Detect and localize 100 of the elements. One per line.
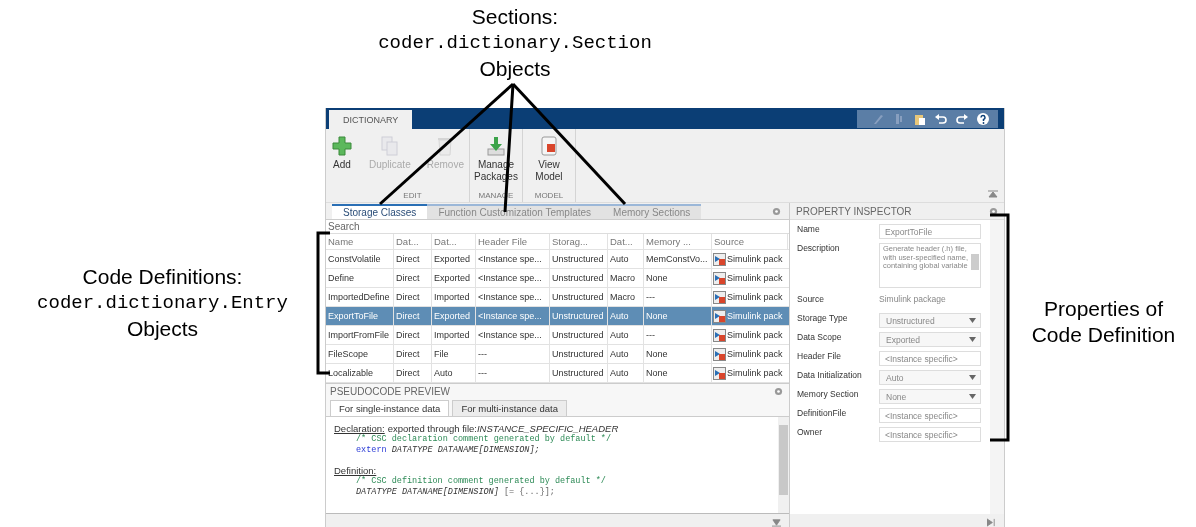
column-header[interactable]: Dat...	[432, 234, 476, 250]
column-header[interactable]: Name	[326, 234, 394, 250]
table-cell: Imported	[432, 326, 476, 345]
column-header[interactable]: Source	[712, 234, 788, 250]
column-header[interactable]: Dat...	[394, 234, 432, 250]
package-icon	[713, 309, 726, 323]
dropdown[interactable]: Unstructured	[879, 313, 981, 328]
property-label: DefinitionFile	[797, 408, 848, 420]
section-heading: Declaration:	[334, 423, 385, 434]
section-tab[interactable]: Function Customization Templates	[427, 203, 603, 219]
table-cell: Imported	[432, 288, 476, 307]
annotation-title: Objects	[479, 56, 551, 82]
scrollbar[interactable]	[778, 417, 789, 513]
column-header[interactable]: Storag...	[550, 234, 608, 250]
table-cell: Direct	[394, 326, 432, 345]
column-header[interactable]: Dat...	[608, 234, 644, 250]
panel-title: PSEUDOCODE PREVIEW	[330, 385, 451, 397]
toolstrip-tab[interactable]: DICTIONARY	[329, 110, 413, 129]
text-field[interactable]: <Instance specific>	[879, 351, 981, 366]
table-cell: MemConstVo...	[644, 250, 712, 269]
text-field[interactable]: <Instance specific>	[879, 408, 981, 423]
property-label: Memory Section	[797, 389, 860, 401]
table-cell: Direct	[394, 364, 432, 383]
section-tab[interactable]: Memory Sections	[602, 203, 702, 219]
text-field[interactable]: <Instance specific>	[879, 427, 981, 442]
table-cell: Simulink pack	[727, 368, 783, 379]
section-heading: Definition:	[334, 465, 377, 476]
property-label: Data Initialization	[797, 370, 863, 382]
table-cell: Direct	[394, 307, 432, 326]
caret-icon	[969, 318, 976, 323]
undo-icon[interactable]	[934, 111, 948, 126]
scrollbar[interactable]	[990, 220, 1004, 514]
ribbon-button[interactable]: Add	[328, 133, 356, 191]
package-icon	[713, 347, 726, 361]
search-field[interactable]: Search	[326, 220, 789, 234]
package-icon	[713, 290, 726, 304]
table-cell: Unstructured	[550, 345, 608, 364]
table-row[interactable]: Define Direct Exported <Instance spe... Unstructured Macro None Simulink pack	[326, 269, 789, 289]
property-label: Description	[797, 243, 841, 255]
table-cell: Auto	[608, 250, 644, 269]
redo-icon[interactable]	[955, 111, 969, 126]
table-cell: <Instance spe...	[476, 288, 550, 307]
dropdown[interactable]: Exported	[879, 332, 981, 347]
table-cell: Direct	[394, 250, 432, 269]
section-tab[interactable]: Storage Classes	[332, 203, 428, 219]
table-cell: Localizable	[326, 364, 394, 383]
table-cell: Simulink pack	[727, 330, 783, 341]
collapse-icon[interactable]	[772, 518, 781, 527]
property-label: Owner	[797, 427, 824, 439]
table-cell: Unstructured	[550, 288, 608, 307]
preview-tab[interactable]: For multi-instance data	[452, 400, 567, 416]
table-cell: Exported	[432, 269, 476, 288]
table-cell: Simulink pack	[727, 349, 783, 360]
code-line: /* CSC definition comment generated by default */	[355, 476, 607, 487]
caret-icon	[969, 337, 976, 342]
table-cell: Simulink pack	[727, 254, 783, 265]
table-row[interactable]: ImportFromFile Direct Imported <Instance spe... Unstructured Auto --- Simulink pack	[326, 326, 789, 346]
collapse-icon[interactable]	[988, 190, 998, 198]
code-line: /* CSC declaration comment generated by default */	[355, 434, 612, 445]
table-row[interactable]: ExportToFile Direct Exported <Instance spe... Unstructured Auto None Simulink pack	[326, 307, 789, 327]
caret-icon	[969, 375, 976, 380]
preview-tab[interactable]: For single-instance data	[330, 400, 450, 416]
table-cell: Macro	[608, 269, 644, 288]
group-label: MODEL	[533, 191, 565, 202]
table-row[interactable]: FileScope Direct File --- Unstructured Auto None Simulink pack	[326, 345, 789, 365]
dropdown[interactable]: Auto	[879, 370, 981, 385]
help-icon[interactable]	[976, 111, 990, 126]
table-cell: Simulink pack	[727, 273, 783, 284]
copy-icon	[378, 135, 401, 157]
group-label: EDIT	[402, 191, 423, 202]
plus-icon	[331, 135, 353, 157]
dropdown[interactable]: None	[879, 389, 981, 404]
ribbon-button[interactable]: View Model	[524, 133, 573, 191]
panel-title: PROPERTY INSPECTOR	[796, 205, 912, 217]
column-header[interactable]: Header File	[476, 234, 550, 250]
text-field[interactable]: ExportToFile	[879, 224, 981, 239]
table-cell: None	[644, 269, 712, 288]
table-cell: <Instance spe...	[476, 307, 550, 326]
column-header[interactable]: Memory ...	[644, 234, 712, 250]
package-icon	[713, 252, 726, 266]
table-cell: Unstructured	[550, 326, 608, 345]
table-cell: Auto	[432, 364, 476, 383]
table-row[interactable]: ConstVolatile Direct Exported <Instance spe... Unstructured Auto MemConstVo... Simulink pack	[326, 250, 789, 270]
table-cell: Exported	[432, 307, 476, 326]
download-icon	[484, 135, 507, 157]
table-cell: Exported	[432, 250, 476, 269]
table-cell: FileScope	[326, 345, 394, 364]
property-label: Storage Type	[797, 313, 849, 325]
table-cell: Unstructured	[550, 364, 608, 383]
declaration-note: exported through file:INSTANCE_SPECIFIC_HEADER	[387, 423, 619, 434]
expand-icon[interactable]	[987, 518, 996, 527]
property-label: Data Scope	[797, 332, 843, 344]
package-icon	[713, 366, 726, 380]
settings-icon[interactable]	[989, 206, 998, 216]
annotation-title: Objects	[126, 316, 199, 342]
table-cell: Direct	[394, 269, 432, 288]
annotation-title: Code Definition	[1031, 322, 1176, 348]
table-cell: <Instance spe...	[476, 250, 550, 269]
table-cell: None	[644, 307, 712, 326]
package-icon	[713, 271, 726, 285]
